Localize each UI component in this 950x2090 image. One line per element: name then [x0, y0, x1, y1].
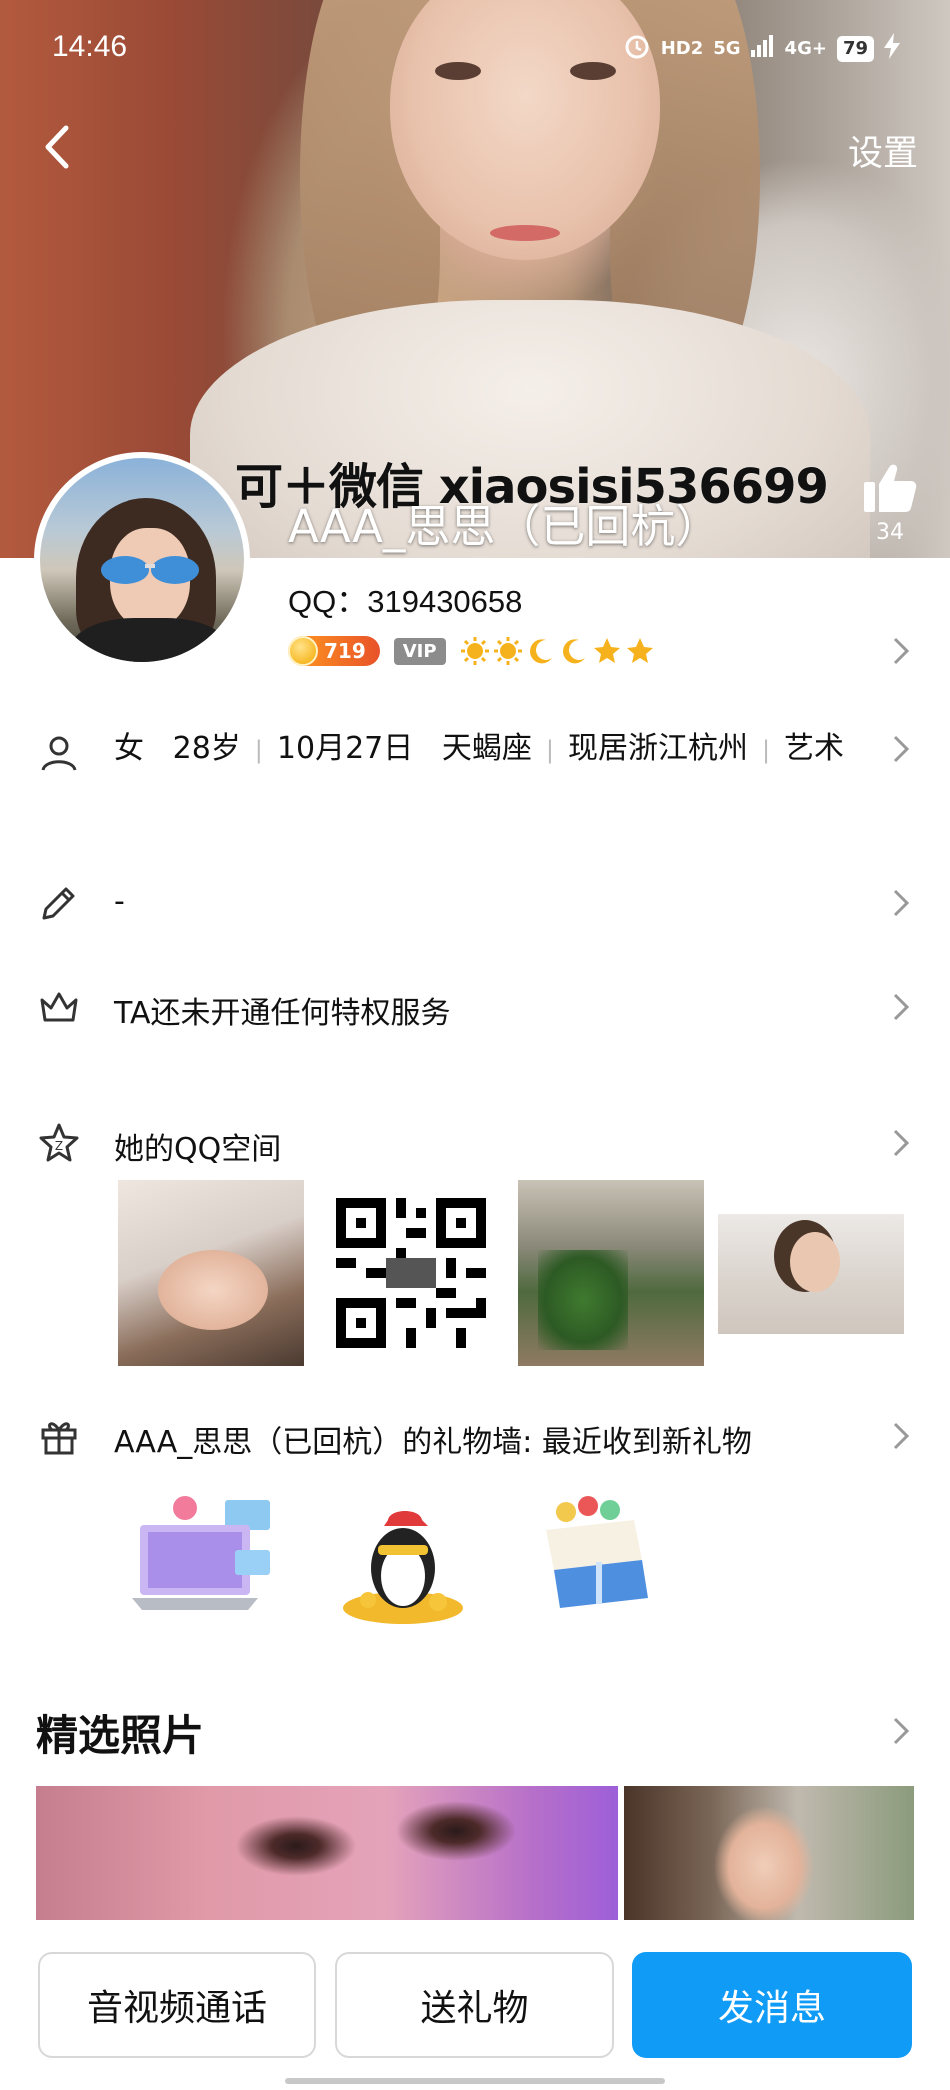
avatar-sunglasses: [101, 556, 199, 584]
home-indicator[interactable]: [285, 2078, 665, 2084]
qzone-thumbnail-qr[interactable]: [318, 1180, 504, 1366]
occupation-text: 艺术: [784, 731, 845, 766]
status-time: 14:46: [52, 30, 128, 63]
birthday-card-gift-icon: [546, 1496, 648, 1608]
av-call-button[interactable]: 音视频通话: [38, 1952, 316, 2058]
chevron-right-icon[interactable]: [892, 1716, 910, 1746]
gift-birthday-card[interactable]: [526, 1490, 676, 1630]
featured-photo[interactable]: [624, 1786, 914, 1920]
privilege-row[interactable]: TA还未开通任何特权服务: [0, 986, 950, 1036]
status-bar: 14:46 HD2 5G 4G+ 79: [0, 30, 950, 70]
laptop-gift-icon: [132, 1496, 270, 1610]
qr-code-image: [326, 1188, 496, 1358]
featured-photos-title: 精选照片: [36, 1711, 205, 1760]
signature-text: -: [114, 884, 125, 919]
basic-info-text: 女 28岁 | 10月27日 天蝎座 | 现居浙江杭州 | 艺术: [114, 731, 845, 766]
back-button[interactable]: [36, 120, 80, 174]
penguin-gift-icon: [343, 1511, 463, 1624]
moon-icon: [529, 639, 552, 664]
gift-icon: [41, 1422, 77, 1455]
basic-info-row[interactable]: 女 28岁 | 10月27日 天蝎座 | 现居浙江杭州 | 艺术: [0, 724, 950, 834]
person-icon: [41, 736, 77, 771]
gift-penguin[interactable]: [328, 1490, 478, 1630]
qzone-thumbnails: [118, 1180, 904, 1366]
chevron-right-icon: [893, 993, 910, 1021]
star-icon: [626, 638, 653, 663]
hd-indicator: HD2: [660, 38, 704, 59]
network-4g-indicator: 4G+: [784, 38, 827, 59]
like-count: 34: [876, 520, 904, 545]
featured-photo[interactable]: [36, 1786, 618, 1920]
settings-button[interactable]: 设置: [848, 125, 918, 176]
qzone-thumbnail[interactable]: [718, 1214, 904, 1334]
qq-number: QQ：319430658: [288, 584, 523, 619]
qzone-star-icon: Z: [39, 1123, 79, 1162]
gift-laptop[interactable]: [130, 1490, 280, 1630]
gift-list: [130, 1490, 676, 1630]
level-badge: 719: [288, 636, 380, 666]
birthday-text: 10月27日: [276, 731, 414, 766]
gift-wall-row[interactable]: AAA_思思（已回杭）的礼物墙: 最近收到新礼物: [0, 1415, 950, 1465]
chevron-right-icon: [893, 1129, 910, 1157]
send-gift-button[interactable]: 送礼物: [335, 1952, 614, 2058]
privilege-text: TA还未开通任何特权服务: [114, 996, 451, 1031]
alarm-icon: [623, 32, 651, 65]
chevron-right-icon: [893, 889, 910, 917]
signal-icon: [750, 35, 775, 62]
vip-badge: VIP: [393, 637, 446, 665]
chevron-left-icon: [45, 125, 69, 169]
chevron-right-icon: [893, 1422, 910, 1450]
badge-row[interactable]: 719 VIP: [288, 636, 655, 666]
like-button[interactable]: 34: [860, 462, 920, 545]
age-text: 28岁: [172, 731, 241, 766]
network-5g-indicator: 5G: [713, 38, 741, 59]
status-icons: HD2 5G 4G+ 79: [623, 32, 900, 65]
location-text: 现居浙江杭州: [567, 731, 748, 766]
sun-icon: [460, 637, 489, 665]
thumbs-up-icon: [864, 464, 917, 512]
qzone-thumbnail[interactable]: [518, 1180, 704, 1366]
coin-icon: [288, 636, 318, 666]
avatar[interactable]: [34, 452, 250, 668]
featured-photos: [36, 1786, 914, 1920]
sun-icon: [493, 637, 522, 665]
chevron-right-icon[interactable]: [892, 636, 910, 666]
qzone-text: 她的QQ空间: [114, 1132, 282, 1167]
level-badge-value: 719: [324, 639, 366, 663]
send-message-button[interactable]: 发消息: [632, 1952, 912, 2058]
qzone-thumbnail[interactable]: [118, 1180, 304, 1366]
signature-row[interactable]: -: [0, 882, 950, 932]
gender-text: 女: [114, 731, 144, 766]
moon-icon: [562, 639, 585, 664]
svg-text:Z: Z: [55, 1139, 63, 1153]
crown-icon: [40, 992, 78, 1022]
chevron-right-icon: [893, 735, 910, 763]
zodiac-text: 天蝎座: [441, 731, 532, 766]
star-icon: [593, 638, 620, 663]
level-icons: [460, 636, 655, 666]
bottom-action-bar: 音视频通话 送礼物 发消息: [0, 1920, 950, 2090]
pencil-icon: [42, 887, 75, 920]
gift-wall-text: AAA_思思（已回杭）的礼物墙: 最近收到新礼物: [114, 1425, 752, 1460]
charging-icon: [884, 33, 900, 64]
profile-nickname: AAA_思思（已回杭）: [288, 500, 721, 553]
battery-indicator: 79: [836, 35, 874, 62]
qzone-row[interactable]: Z 她的QQ空间: [0, 1122, 950, 1172]
